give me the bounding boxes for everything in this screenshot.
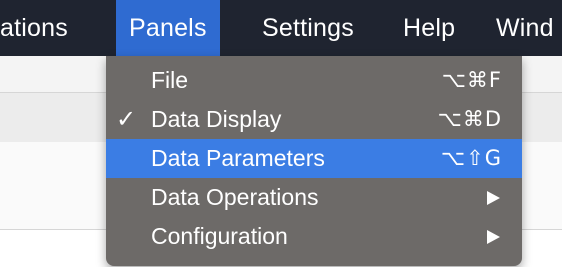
menu-item-label: File	[151, 67, 189, 93]
menu-item-data-display[interactable]: ✓ Data Display ⌥⌘D	[106, 100, 522, 139]
menu-item-shortcut: ⌥⌘F	[441, 68, 502, 92]
menubar-item-window[interactable]: Wind	[496, 0, 554, 56]
menu-item-shortcut: ⌥⌘D	[437, 107, 502, 131]
menu-item-configuration[interactable]: Configuration	[106, 217, 522, 256]
panels-menu: File ⌥⌘F ✓ Data Display ⌥⌘D Data Paramet…	[106, 56, 522, 266]
menubar-item-operations[interactable]: ations	[0, 0, 68, 56]
menu-item-shortcut: ⌥⇧G	[440, 146, 502, 170]
menu-item-data-operations[interactable]: Data Operations	[106, 178, 522, 217]
chevron-right-icon	[487, 230, 500, 244]
menubar-item-panels[interactable]: Panels	[116, 0, 220, 56]
menu-item-label: Data Parameters	[151, 145, 325, 171]
menu-item-label: Data Operations	[151, 184, 319, 210]
chevron-right-icon	[487, 191, 500, 205]
checkmark-icon: ✓	[116, 106, 137, 133]
menubar-item-settings[interactable]: Settings	[262, 0, 354, 56]
menu-bar: ations Panels Settings Help Wind	[0, 0, 562, 56]
menu-item-label: Configuration	[151, 223, 288, 249]
menubar-item-help[interactable]: Help	[403, 0, 455, 56]
menu-item-label: Data Display	[151, 106, 282, 132]
menu-item-data-parameters[interactable]: Data Parameters ⌥⇧G	[106, 139, 522, 178]
menu-item-file[interactable]: File ⌥⌘F	[106, 61, 522, 100]
